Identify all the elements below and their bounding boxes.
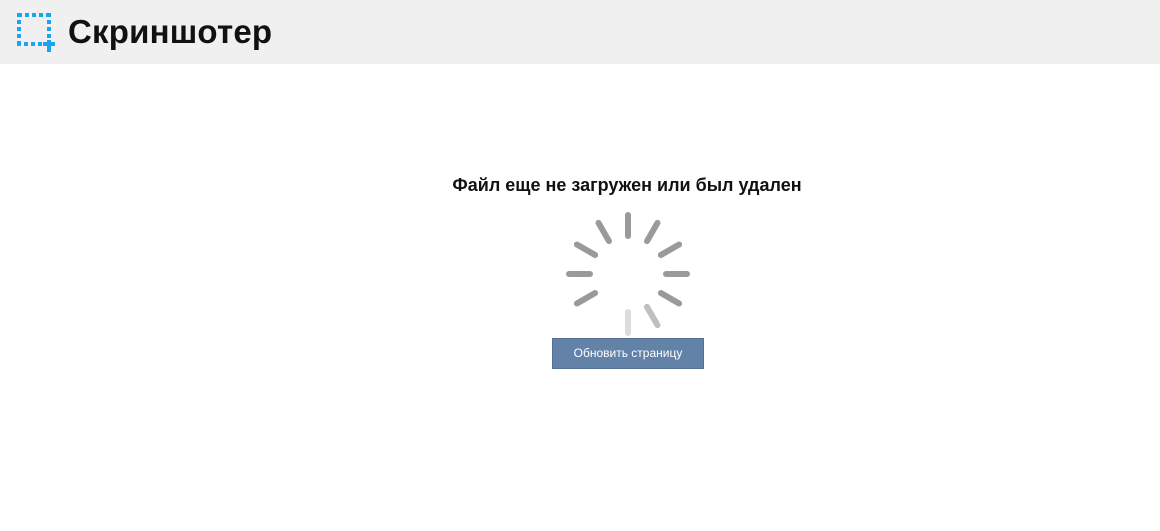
- header-bar: Скриншотер: [0, 0, 1160, 64]
- brand-name: Скриншотер: [68, 13, 273, 50]
- loading-spinner-icon: [566, 212, 690, 336]
- refresh-page-button[interactable]: Обновить страницу: [552, 338, 704, 369]
- status-message: Файл еще не загружен или был удален: [452, 175, 802, 195]
- logo-link[interactable]: Скриншотер: [16, 11, 272, 53]
- screenshot-selection-icon: [17, 12, 55, 52]
